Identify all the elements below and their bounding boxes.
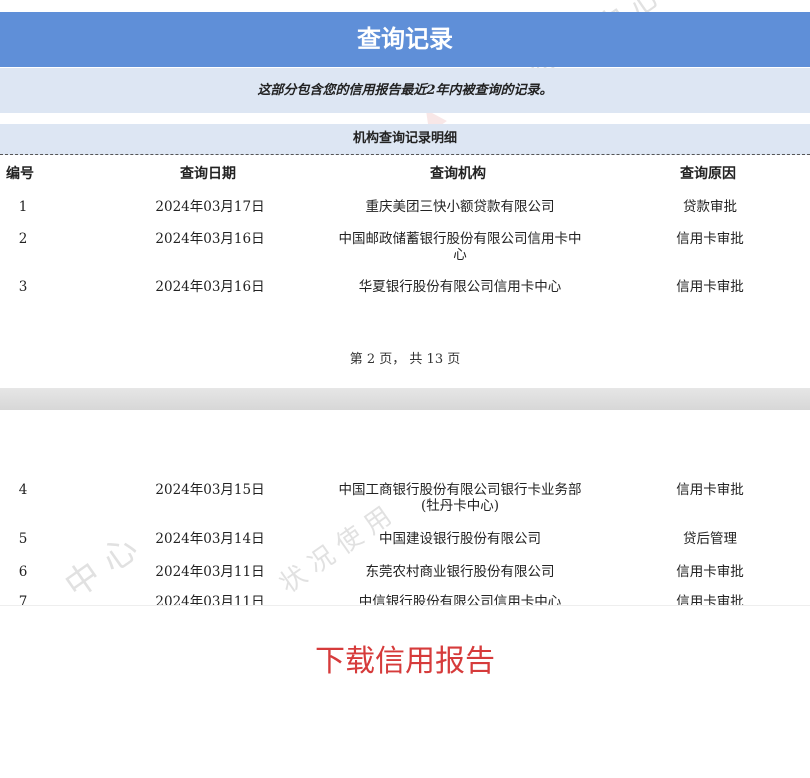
row-1-institution: 重庆美团三快小额贷款有限公司 [365, 199, 555, 215]
row-1-date: 2024年03月17日 [155, 199, 265, 215]
row-4-number: 4 [18, 482, 28, 498]
row-6-date: 2024年03月11日 [155, 564, 265, 580]
page-title: 查询记录 [0, 12, 810, 67]
row-2-date: 2024年03月16日 [155, 231, 265, 247]
row-3-date: 2024年03月16日 [155, 279, 265, 295]
row-1-reason: 贷款审批 [683, 199, 737, 215]
section-title: 机构查询记录明细 [0, 124, 810, 155]
download-panel: 下载信用报告 [0, 605, 810, 778]
row-3-reason: 信用卡审批 [676, 279, 744, 295]
download-report-button[interactable]: 下载信用报告 [0, 636, 810, 680]
row-4-reason: 信用卡审批 [676, 482, 744, 498]
row-7-institution: 中信银行股份有限公司信用卡中心 [358, 594, 562, 605]
row-2-number: 2 [18, 231, 28, 247]
column-header-reason: 查询原因 [680, 166, 736, 182]
report-note: 这部分包含您的信用报告最近2年内被查询的记录。 [0, 68, 810, 113]
column-header-date: 查询日期 [180, 166, 236, 182]
row-5-number: 5 [18, 531, 28, 547]
row-5-date: 2024年03月14日 [155, 531, 265, 547]
page-separator [0, 388, 810, 410]
row-7-number: 7 [18, 594, 28, 605]
row-5-reason: 贷后管理 [683, 531, 737, 547]
row-6-reason: 信用卡审批 [676, 564, 744, 580]
page-indicator: 第 2 页， 共 13 页 [349, 352, 461, 367]
row-7-date: 2024年03月11日 [155, 594, 265, 605]
row-2-reason: 信用卡审批 [676, 231, 744, 247]
row-3-number: 3 [18, 279, 28, 295]
row-6-number: 6 [18, 564, 28, 580]
row-3-institution: 华夏银行股份有限公司信用卡中心 [358, 279, 562, 295]
column-header-number: 编号 [6, 166, 34, 182]
column-header-institution: 查询机构 [430, 166, 486, 182]
row-7-reason: 信用卡审批 [676, 594, 744, 605]
row-4-institution: 中国工商银行股份有限公司银行卡业务部(牡丹卡中心) [338, 482, 582, 514]
report-page-2: 征 信 中 心 ▲ 查询记录 这部分包含您的信用报告最近2年内被查询的记录。 机… [0, 0, 810, 388]
row-1-number: 1 [18, 199, 28, 215]
row-4-date: 2024年03月15日 [155, 482, 265, 498]
row-6-institution: 东莞农村商业银行股份有限公司 [365, 564, 555, 580]
row-2-institution: 中国邮政储蓄银行股份有限公司信用卡中心 [338, 231, 582, 263]
row-5-institution: 中国建设银行股份有限公司 [379, 531, 541, 547]
report-page-3: 中 心 状 况 使 用 4 2024年03月15日 中国工商银行股份有限公司银行… [0, 410, 810, 605]
